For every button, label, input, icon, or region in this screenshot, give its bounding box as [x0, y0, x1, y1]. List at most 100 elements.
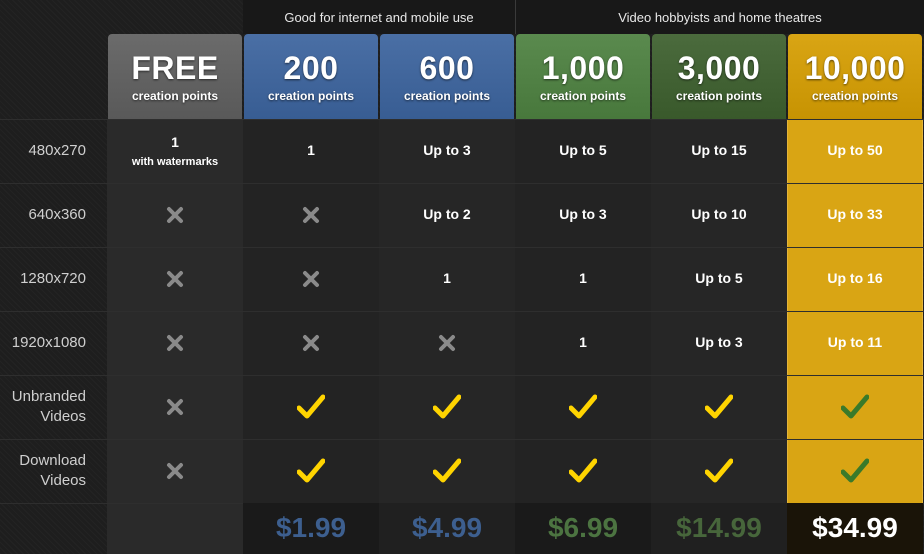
plan-header-3[interactable]: 1,000 creation points	[516, 34, 650, 119]
cross-icon	[166, 270, 184, 288]
checkmark-icon	[433, 394, 461, 420]
feature-cell: Up to 50	[787, 119, 923, 183]
feature-cell	[243, 183, 379, 247]
feature-cell: 1 with watermarks	[107, 119, 243, 183]
feature-cell: Up to 2	[379, 183, 515, 247]
feature-value: Up to 33	[827, 206, 883, 222]
plan-points: 200	[283, 49, 339, 86]
plan-header-4[interactable]: 3,000 creation points	[652, 34, 786, 119]
checkmark-icon	[433, 458, 461, 484]
checkmark-icon	[569, 394, 597, 420]
feature-cell	[107, 183, 243, 247]
cross-icon	[302, 206, 320, 224]
feature-cell	[243, 439, 379, 503]
plan-price[interactable]: $4.99	[412, 513, 482, 543]
feature-cell: 1	[379, 247, 515, 311]
cross-icon	[166, 462, 184, 480]
price-cell[interactable]: $1.99	[243, 503, 379, 554]
feature-value: 1	[579, 334, 587, 350]
plan-price[interactable]: $6.99	[548, 513, 618, 543]
feature-value: 1	[579, 270, 587, 286]
price-cell[interactable]: $4.99	[379, 503, 515, 554]
feature-cell	[243, 375, 379, 439]
plan-points-label: creation points	[267, 88, 354, 103]
checkmark-icon	[841, 394, 869, 420]
feature-cell: Up to 15	[651, 119, 787, 183]
row-label: Download Videos	[19, 452, 86, 489]
feature-value: 1	[171, 134, 179, 150]
feature-value: 1	[443, 270, 451, 286]
plan-header-2[interactable]: 600 creation points	[380, 34, 514, 119]
feature-cell	[515, 375, 651, 439]
checkmark-icon	[841, 458, 869, 484]
cross-icon	[166, 206, 184, 224]
cross-icon	[166, 334, 184, 352]
feature-cell	[107, 439, 243, 503]
feature-cell	[107, 247, 243, 311]
plan-points-label: creation points	[811, 88, 898, 103]
feature-cell	[651, 375, 787, 439]
plan-points-label: creation points	[675, 88, 762, 103]
pricing-table: Good for internet and mobile use Video h…	[0, 0, 924, 554]
feature-cell	[787, 439, 923, 503]
plan-points: 3,000	[677, 49, 761, 86]
feature-cell: 1	[515, 311, 651, 375]
feature-cell: Up to 3	[515, 183, 651, 247]
feature-cell: 1	[243, 119, 379, 183]
plan-header-0[interactable]: FREE creation points	[108, 34, 242, 119]
feature-cell	[651, 439, 787, 503]
feature-cell	[379, 439, 515, 503]
checkmark-icon	[297, 394, 325, 420]
feature-value: 1	[307, 142, 315, 158]
feature-cell	[787, 375, 923, 439]
feature-cell	[107, 375, 243, 439]
feature-value: Up to 2	[423, 206, 471, 222]
checkmark-icon	[569, 458, 597, 484]
feature-value: Up to 10	[691, 206, 747, 222]
feature-cell: Up to 16	[787, 247, 923, 311]
feature-cell: Up to 3	[379, 119, 515, 183]
plan-price[interactable]: $34.99	[812, 513, 898, 543]
feature-cell: Up to 10	[651, 183, 787, 247]
cross-icon	[166, 398, 184, 416]
plan-header-1[interactable]: 200 creation points	[244, 34, 378, 119]
plan-header-5[interactable]: 10,000 creation points	[788, 34, 922, 119]
feature-value: Up to 5	[695, 270, 743, 286]
feature-cell: 1	[515, 247, 651, 311]
cross-icon	[302, 270, 320, 288]
checkmark-icon	[297, 458, 325, 484]
plan-points: 10,000	[804, 49, 906, 86]
row-label: 480x270	[28, 142, 86, 159]
plan-points-label: creation points	[539, 88, 626, 103]
row-label: 640x360	[28, 206, 86, 223]
feature-cell: Up to 5	[515, 119, 651, 183]
feature-value: Up to 16	[827, 270, 883, 286]
cross-icon	[302, 334, 320, 352]
feature-cell: Up to 11	[787, 311, 923, 375]
feature-cell	[379, 311, 515, 375]
group-label-hobbyists: Video hobbyists and home theatres	[618, 9, 822, 25]
price-cell[interactable]: $34.99	[787, 503, 923, 554]
row-label: 1280x720	[20, 270, 86, 287]
checkmark-icon	[705, 458, 733, 484]
feature-cell	[243, 311, 379, 375]
plan-price[interactable]: $14.99	[676, 513, 762, 543]
feature-value: Up to 11	[827, 334, 883, 350]
feature-cell	[379, 375, 515, 439]
feature-value: Up to 3	[559, 206, 607, 222]
feature-cell: Up to 3	[651, 311, 787, 375]
plan-price[interactable]: $1.99	[276, 513, 346, 543]
cross-icon	[438, 334, 456, 352]
price-cell[interactable]: $6.99	[515, 503, 651, 554]
feature-cell: Up to 33	[787, 183, 923, 247]
feature-value: Up to 50	[827, 142, 883, 158]
plan-points-label: creation points	[403, 88, 490, 103]
feature-value: Up to 3	[695, 334, 743, 350]
plan-points-label: creation points	[131, 88, 218, 103]
price-cell[interactable]: $14.99	[651, 503, 787, 554]
plan-points: 600	[419, 49, 475, 86]
feature-cell	[515, 439, 651, 503]
feature-value: Up to 5	[559, 142, 607, 158]
feature-value: Up to 3	[423, 142, 471, 158]
plan-points: 1,000	[541, 49, 625, 86]
